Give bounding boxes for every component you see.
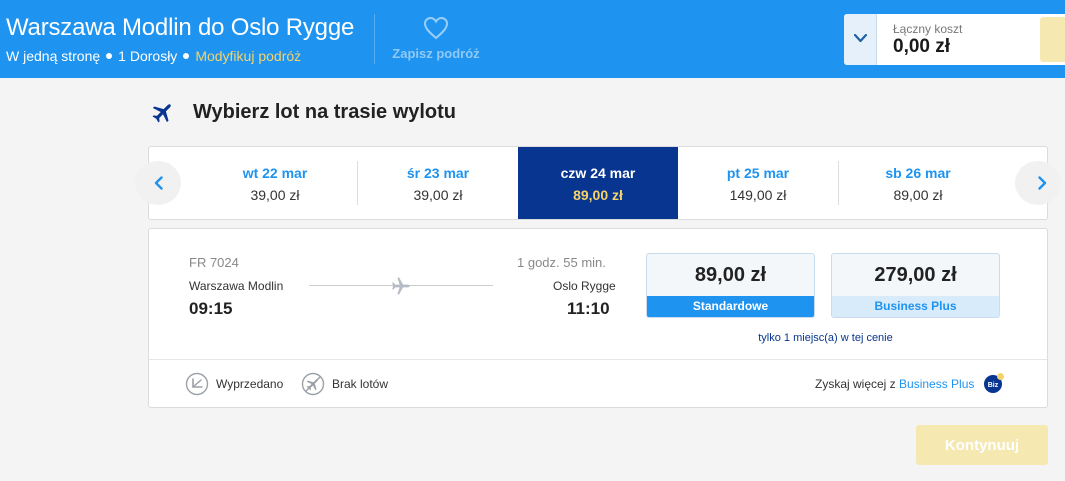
legend-no-flights-label: Brak lotów (332, 377, 389, 391)
date-price: 89,00 zł (893, 187, 943, 203)
airplane-icon (152, 104, 171, 123)
next-dates-button[interactable] (1015, 161, 1061, 205)
date-price: 39,00 zł (250, 187, 300, 203)
checkout-button[interactable] (1040, 17, 1065, 62)
fare-name: Business Plus (832, 296, 999, 317)
airplane-icon (392, 277, 410, 295)
date-option[interactable]: śr 23 mar 39,00 zł (358, 147, 518, 219)
cost-details-toggle[interactable] (844, 14, 877, 65)
date-option[interactable]: wt 22 mar 39,00 zł (195, 147, 355, 219)
trip-summary: W jedną stronę 1 Dorosły Modyfikuj podróż (6, 48, 301, 64)
date-option[interactable]: pt 25 mar 149,00 zł (678, 147, 838, 219)
date-price: 89,00 zł (573, 187, 623, 203)
modify-trip-link[interactable]: Modyfikuj podróż (195, 48, 301, 64)
fare-price: 279,00 zł (874, 264, 957, 286)
previous-dates-button[interactable] (135, 161, 181, 205)
fare-standard-button[interactable]: 89,00 zł Standardowe (646, 253, 815, 318)
section-title: Wybierz lot na trasie wylotu (193, 101, 457, 123)
save-trip-label: Zapisz podróż (392, 46, 480, 61)
business-plus-upsell: Zyskaj więcej z Business Plus (815, 377, 974, 391)
fare-name: Standardowe (647, 296, 814, 317)
card-divider (149, 359, 1047, 360)
flight-card: FR 7024 1 godz. 55 min. Warszawa Modlin … (148, 228, 1048, 408)
biz-badge-text: Biz (988, 382, 999, 389)
continue-button[interactable]: Kontynuuj (916, 425, 1048, 465)
fare-price: 89,00 zł (694, 264, 767, 286)
route-title: Warszawa Modlin do Oslo Rygge (6, 14, 355, 41)
seats-left-note: tylko 1 miejsc(a) w tej cenie (758, 332, 893, 344)
arrival-time: 11:10 (567, 299, 610, 318)
date-label: pt 25 mar (726, 165, 790, 181)
date-label: sb 26 mar (885, 165, 951, 181)
business-plus-badge-icon: Biz (984, 373, 1004, 393)
legend-sold-out-label: Wyprzedano (216, 377, 284, 391)
passenger-count: 1 Dorosły (118, 48, 178, 64)
save-trip-button[interactable]: Zapisz podróż (391, 16, 481, 61)
departure-time: 09:15 (189, 299, 233, 318)
separator-dot-icon (106, 53, 113, 60)
date-label: śr 23 mar (406, 165, 470, 181)
departure-airport: Warszawa Modlin (189, 279, 284, 293)
chevron-left-icon (154, 176, 163, 190)
sold-out-icon (185, 372, 209, 396)
fare-business-plus-button[interactable]: 279,00 zł Business Plus (831, 253, 1000, 318)
no-flights-icon (301, 372, 325, 396)
top-bar: Warszawa Modlin do Oslo Rygge W jedną st… (0, 0, 1065, 78)
arrival-airport: Oslo Rygge (553, 279, 616, 293)
business-plus-link[interactable]: Business Plus (899, 377, 974, 391)
chevron-down-icon (854, 34, 867, 43)
total-cost-box: Łączny koszt 0,00 zł (844, 14, 1065, 65)
date-option[interactable]: sb 26 mar 89,00 zł (838, 147, 998, 219)
chevron-right-icon (1038, 176, 1047, 190)
trip-type: W jedną stronę (6, 48, 101, 64)
total-cost-label: Łączny koszt (893, 22, 963, 36)
date-price: 149,00 zł (729, 187, 787, 203)
separator-dot-icon (183, 53, 190, 60)
heart-icon (423, 16, 449, 40)
flight-duration: 1 godz. 55 min. (517, 255, 606, 270)
date-price: 39,00 zł (413, 187, 463, 203)
date-selector: wt 22 mar 39,00 zł śr 23 mar 39,00 zł cz… (135, 146, 1061, 220)
upsell-text: Zyskaj więcej z (815, 377, 896, 391)
total-cost-value: 0,00 zł (893, 36, 951, 57)
date-option-selected[interactable]: czw 24 mar 89,00 zł (518, 147, 678, 219)
date-label: wt 22 mar (242, 165, 308, 181)
header-divider (374, 14, 375, 64)
flight-number: FR 7024 (189, 255, 239, 270)
date-label: czw 24 mar (560, 165, 636, 181)
